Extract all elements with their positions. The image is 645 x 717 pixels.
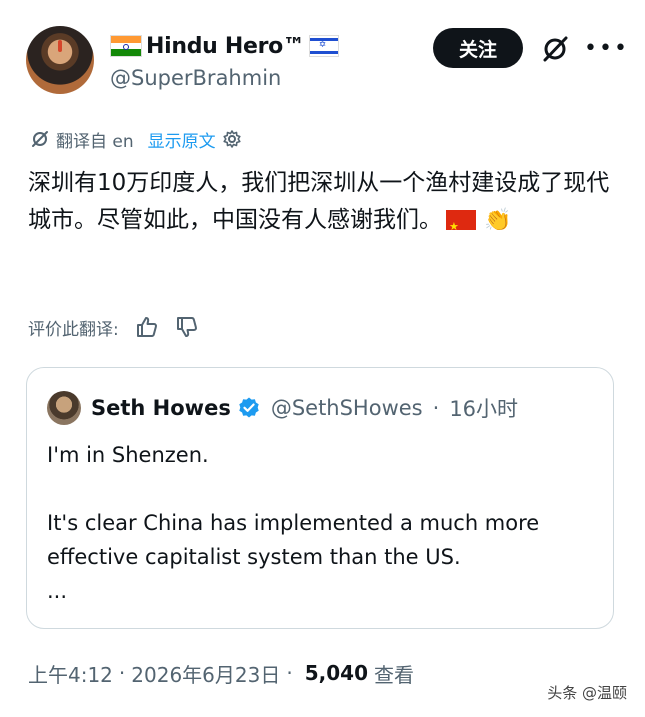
watermark: 头条 @温颐 [547,684,627,702]
grok-small-icon [32,131,48,147]
footer-separator: · [118,661,126,685]
author-handle[interactable]: @SuperBrahmin [110,66,281,90]
quoted-ellipsis: ... [47,579,68,603]
tweet-footer: 上午4:12 · 2026年6月23日 · 5,040 查看 [28,657,414,689]
meta-separator: · [432,396,440,420]
show-original-link[interactable]: 显示原文 [148,127,216,152]
tweet-body: 深圳有10万印度人，我们把深圳从一个渔村建设成了现代城市。尽管如此，中国没有人感… [28,165,618,245]
follow-button[interactable]: 关注 [433,28,523,68]
thumbs-up-icon[interactable] [135,315,159,339]
quoted-author-name[interactable]: Seth Howes [91,396,231,420]
views-count[interactable]: 5,040 [305,661,368,685]
author-display-name[interactable]: Hindu Hero™ [146,34,305,59]
quoted-tweet-card[interactable]: Seth Howes @SethSHowes · 16小时 I'm in She… [26,367,614,629]
author-avatar[interactable] [26,26,94,94]
quoted-author-avatar[interactable] [47,391,81,425]
quoted-line: I'm in Shenzen. [47,443,209,467]
tweet-text: 深圳有10万印度人，我们把深圳从一个渔村建设成了现代城市。尽管如此，中国没有人感… [28,170,610,233]
more-options-icon[interactable]: ••• [584,38,629,60]
clapping-hands-icon: 👏 [484,208,512,233]
israel-flag-icon: ✡ [308,35,339,57]
post-date[interactable]: 2026年6月23日 [131,659,280,688]
post-time[interactable]: 上午4:12 [28,659,113,688]
verified-badge-icon [239,397,259,418]
quoted-tweet-body: I'm in Shenzen. It's clear China has imp… [47,438,597,608]
china-flag-icon [446,208,476,245]
grok-icon[interactable] [540,34,570,64]
quoted-line: It's clear China has implemented a much … [47,511,540,569]
quoted-author-handle[interactable]: @SethSHowes [271,396,423,420]
india-flag-icon [110,35,142,57]
translated-from-label: 翻译自 en [56,131,134,152]
quoted-line-blank [47,472,597,506]
settings-gear-icon[interactable] [222,129,242,149]
author-name-row[interactable]: Hindu Hero™ ✡ [110,32,339,60]
translation-bar: 翻译自 en 显示原文 [30,126,242,152]
rate-translation-label: 评价此翻译: [28,319,119,340]
avatar-tilak [58,40,62,52]
tweet-header: Hindu Hero™ ✡ @SuperBrahmin 关注 ••• [0,0,645,110]
quoted-tweet-header: Seth Howes @SethSHowes · 16小时 [47,391,518,425]
footer-separator: · [286,661,293,685]
thumbs-down-icon[interactable] [175,315,199,339]
views-label: 查看 [373,662,414,687]
quoted-tweet-time[interactable]: 16小时 [449,393,518,423]
rate-translation-row: 评价此翻译: [28,312,199,342]
